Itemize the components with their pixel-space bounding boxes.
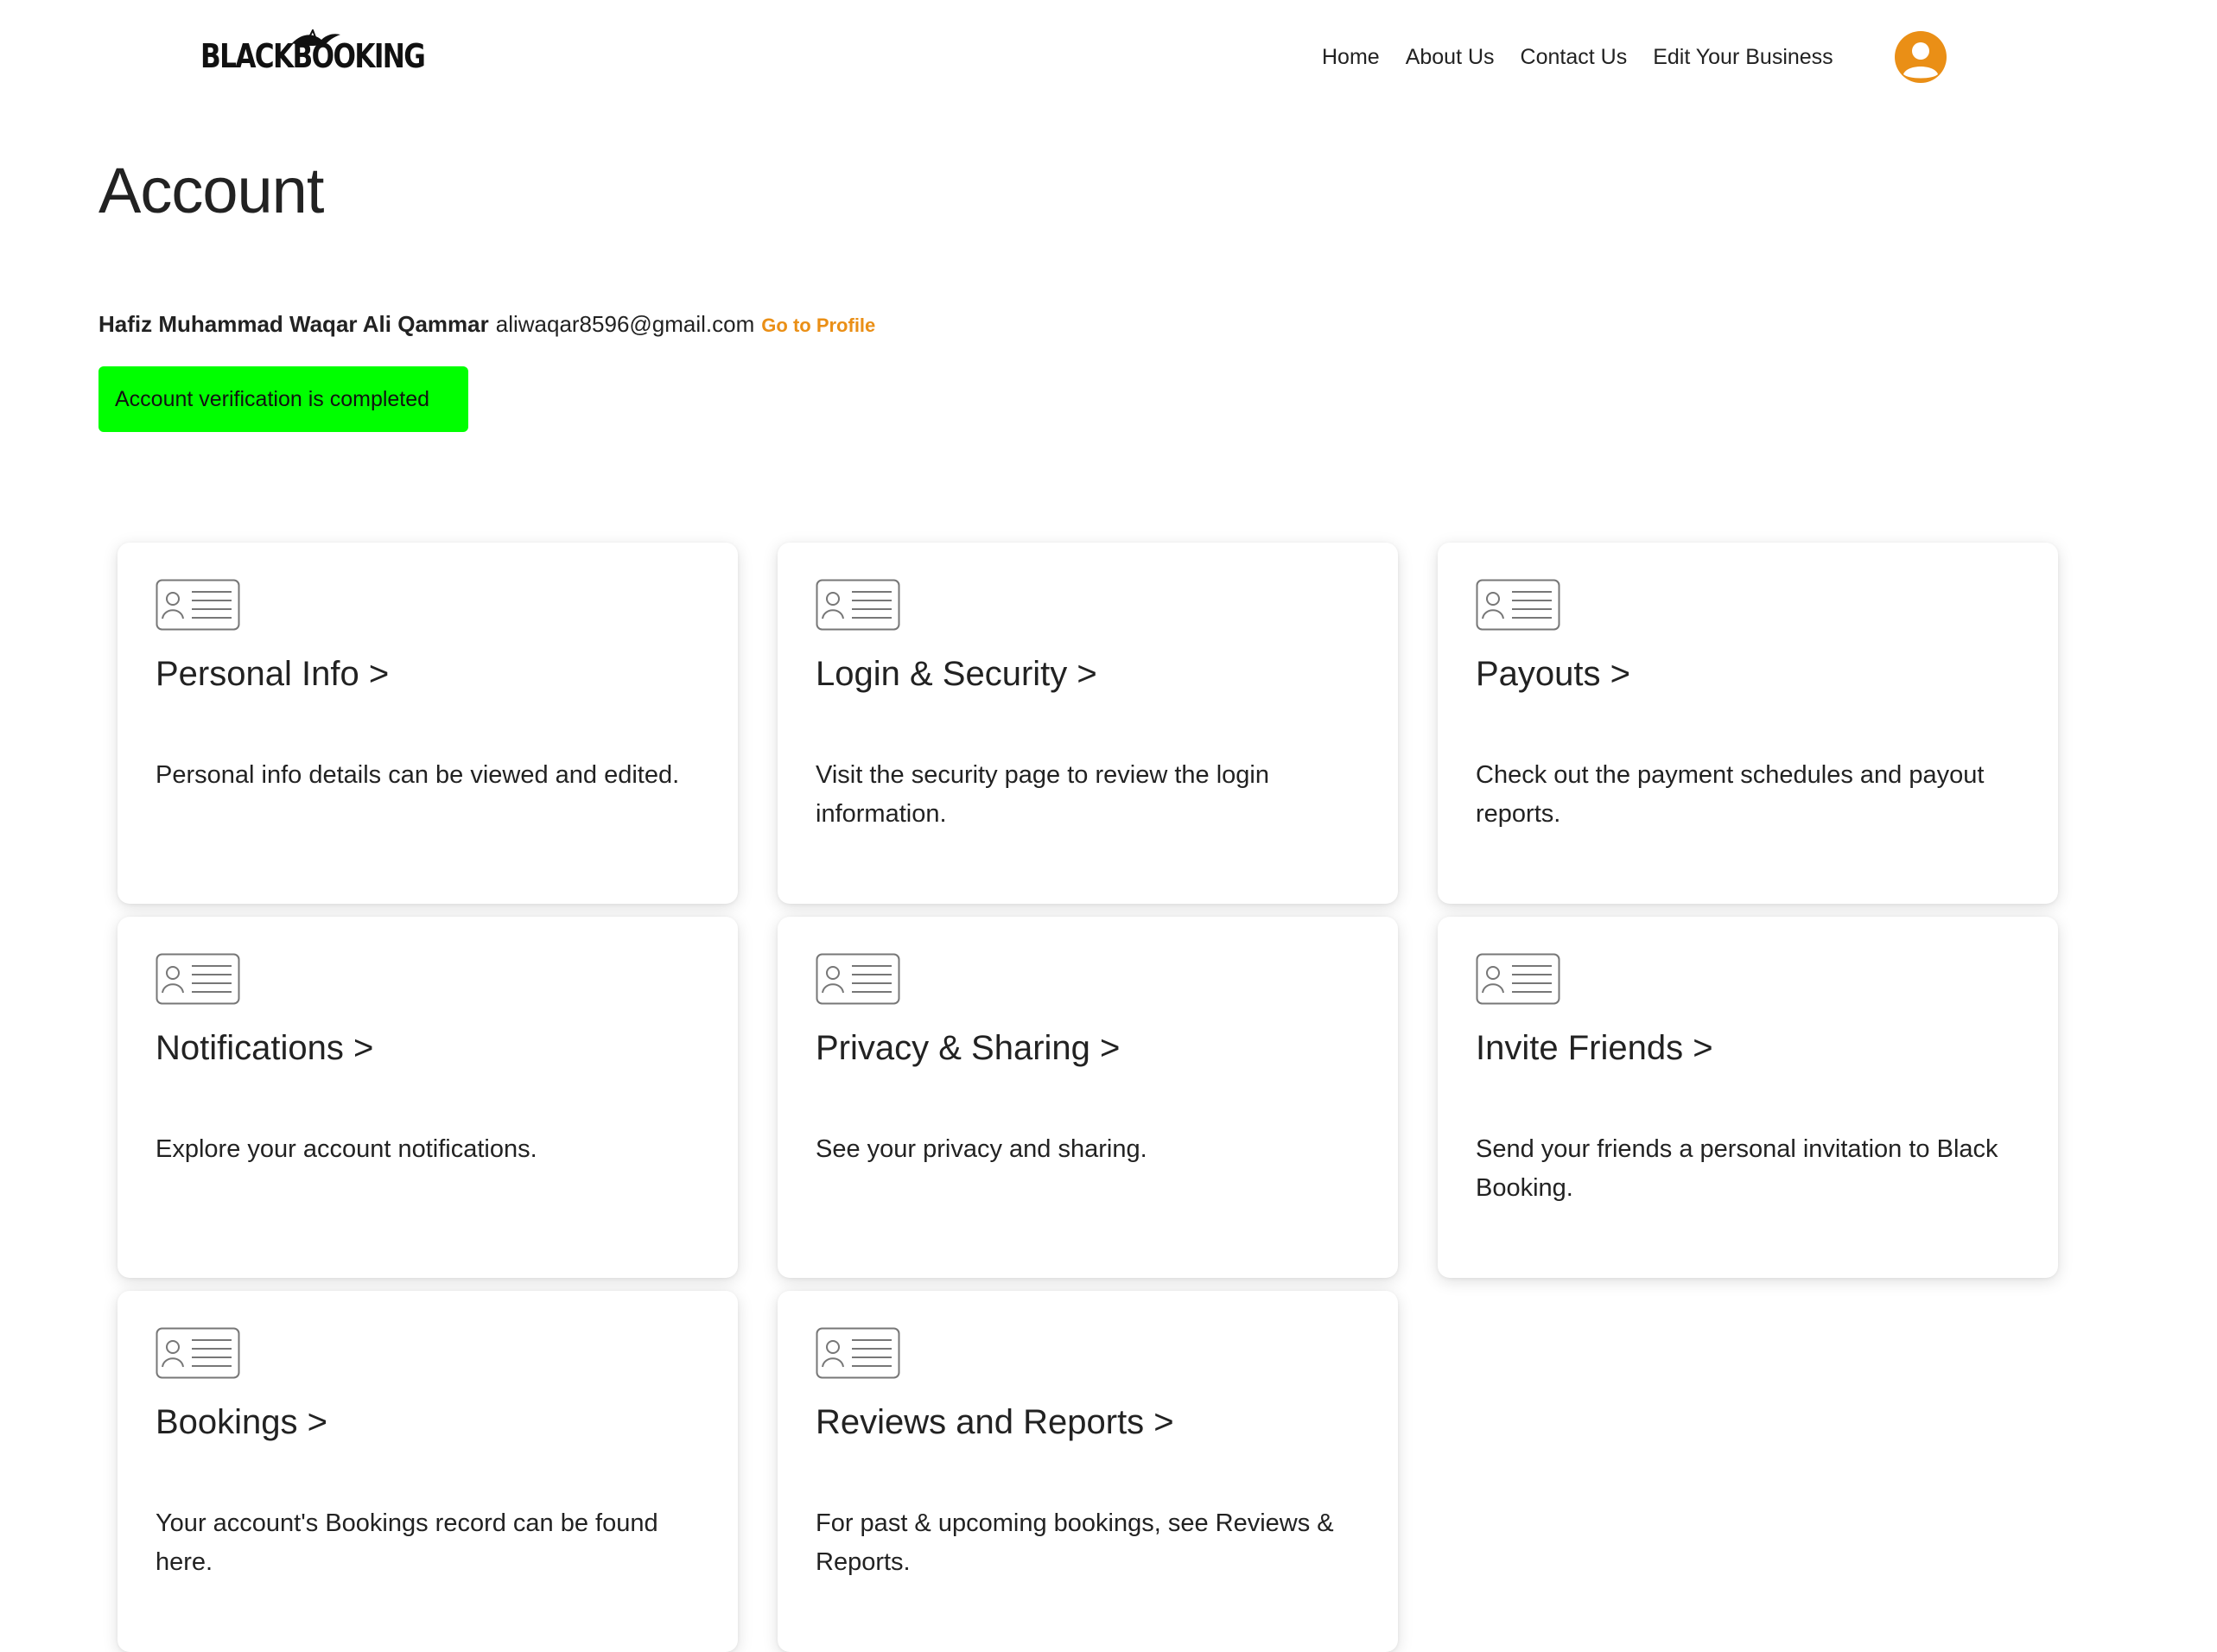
card-description: Send your friends a personal invitation …	[1476, 1135, 1998, 1202]
nav-home-link[interactable]: Home	[1322, 45, 1380, 70]
card-description: Check out the payment schedules and payo…	[1476, 761, 1985, 828]
user-email: aliwaqar8596@gmail.com	[495, 311, 755, 337]
card-title: Privacy & Sharing >	[816, 1029, 1121, 1067]
user-info: Hafiz Muhammad Waqar Ali Qammar aliwaqar…	[98, 311, 875, 338]
id-card-icon	[156, 1327, 240, 1379]
card-title: Bookings >	[156, 1403, 328, 1441]
card-title: Reviews and Reports >	[816, 1403, 1174, 1441]
nav-contact-us-link[interactable]: Contact Us	[1521, 45, 1628, 70]
main-nav: Home About Us Contact Us Edit Your Busin…	[1322, 41, 1859, 73]
id-card-icon	[816, 1327, 900, 1379]
card-description: Explore your account notifications.	[156, 1135, 537, 1163]
card-title: Payouts >	[1476, 655, 1631, 693]
card-title: Notifications >	[156, 1029, 374, 1067]
nav-edit-business-link[interactable]: Edit Your Business	[1653, 45, 1833, 70]
card-description: For past & upcoming bookings, see Review…	[816, 1509, 1334, 1576]
card-login-security[interactable]: Login & Security > Visit the security pa…	[778, 543, 1398, 904]
id-card-icon	[816, 953, 900, 1005]
card-invite-friends[interactable]: Invite Friends > Send your friends a per…	[1438, 917, 2058, 1278]
card-description: See your privacy and sharing.	[816, 1135, 1147, 1163]
id-card-icon	[156, 579, 240, 631]
id-card-icon	[1476, 953, 1560, 1005]
verification-status-badge: Account verification is completed	[98, 366, 468, 432]
card-privacy-sharing[interactable]: Privacy & Sharing > See your privacy and…	[778, 917, 1398, 1278]
card-bookings[interactable]: Bookings > Your account's Bookings recor…	[118, 1291, 738, 1652]
account-settings-grid: Personal Info > Personal info details ca…	[118, 543, 2058, 1652]
page-title: Account	[98, 155, 324, 226]
card-title: Login & Security >	[816, 655, 1097, 693]
card-personal-info[interactable]: Personal Info > Personal info details ca…	[118, 543, 738, 904]
nav-about-us-link[interactable]: About Us	[1406, 45, 1495, 70]
user-avatar-button[interactable]	[1895, 31, 1947, 83]
card-notifications[interactable]: Notifications > Explore your account not…	[118, 917, 738, 1278]
card-description: Personal info details can be viewed and …	[156, 761, 680, 789]
id-card-icon	[816, 579, 900, 631]
card-description: Visit the security page to review the lo…	[816, 761, 1269, 828]
user-name: Hafiz Muhammad Waqar Ali Qammar	[98, 311, 489, 337]
brand-logo[interactable]: BLACKBOOKING	[200, 29, 426, 83]
card-reviews-reports[interactable]: Reviews and Reports > For past & upcomin…	[778, 1291, 1398, 1652]
go-to-profile-link[interactable]: Go to Profile	[761, 315, 875, 337]
brand-logo-text: BLACKBOOKING	[200, 37, 426, 75]
card-title: Invite Friends >	[1476, 1029, 1713, 1067]
id-card-icon	[156, 953, 240, 1005]
card-title: Personal Info >	[156, 655, 390, 693]
user-icon	[1903, 42, 1938, 79]
card-description: Your account's Bookings record can be fo…	[156, 1509, 658, 1576]
card-payouts[interactable]: Payouts > Check out the payment schedule…	[1438, 543, 2058, 904]
id-card-icon	[1476, 579, 1560, 631]
